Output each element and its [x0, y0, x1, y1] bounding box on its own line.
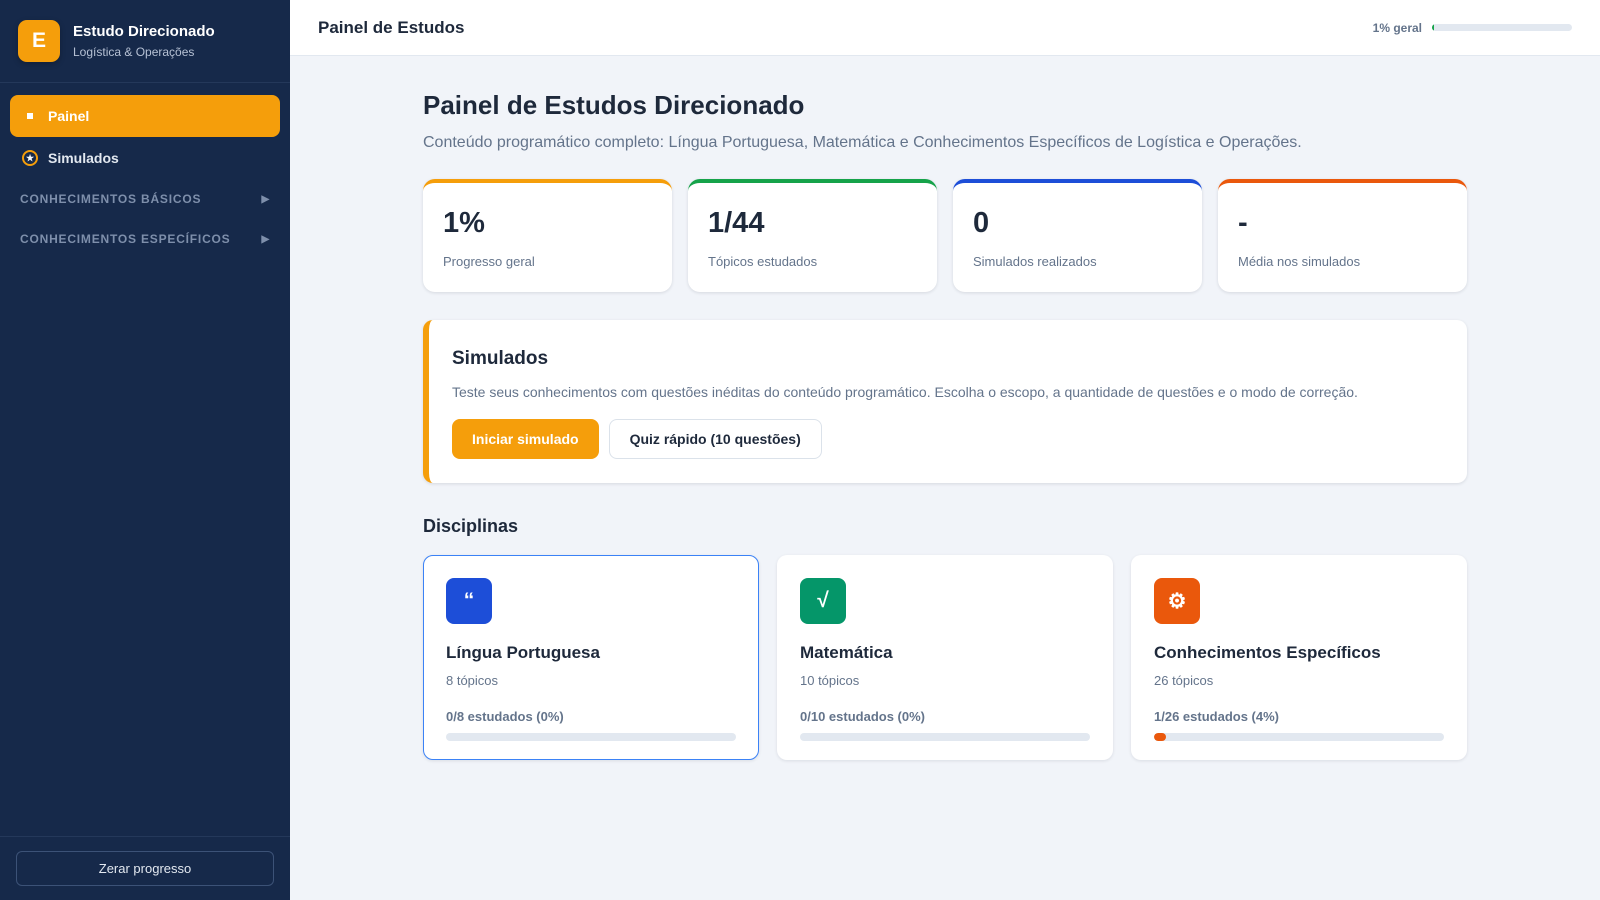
square-icon: [22, 108, 38, 124]
start-simulado-button[interactable]: Iniciar simulado: [452, 419, 599, 459]
simulados-title: Simulados: [452, 348, 549, 369]
overall-progress-fill: [1432, 24, 1435, 31]
star-icon: ★: [22, 150, 38, 166]
stat-card-progresso: 1% Progresso geral: [423, 179, 672, 292]
stat-value: 0: [973, 207, 990, 239]
brand-title: Estudo Direcionado: [73, 23, 215, 40]
discipline-progress-label: 0/10 estudados (0%): [800, 709, 925, 724]
reset-progress-button[interactable]: Zerar progresso: [16, 851, 274, 886]
quote-icon: “: [446, 578, 492, 624]
discipline-name: Língua Portuguesa: [446, 643, 600, 662]
discipline-card-portugues[interactable]: “ Língua Portuguesa 8 tópicos 0/8 estuda…: [423, 555, 759, 760]
main-content: Painel de Estudos Direcionado Conteúdo p…: [423, 56, 1467, 760]
discipline-progress-track: [800, 733, 1090, 741]
stat-value: 1/44: [708, 207, 765, 239]
stat-card-topicos: 1/44 Tópicos estudados: [688, 179, 937, 292]
simulados-description: Teste seus conhecimentos com questões in…: [452, 384, 1358, 400]
discipline-progress-label: 1/26 estudados (4%): [1154, 709, 1279, 724]
brand-logo: E: [18, 20, 60, 62]
sidebar: E Estudo Direcionado Logística & Operaçõ…: [0, 0, 290, 900]
discipline-name: Conhecimentos Específicos: [1154, 643, 1381, 662]
brand-text: Estudo Direcionado Logística & Operações: [73, 23, 215, 59]
discipline-topics: 10 tópicos: [800, 673, 860, 688]
overall-progress-label: 1% geral: [1372, 20, 1422, 35]
discipline-progress-fill: [1154, 733, 1166, 741]
brand: E Estudo Direcionado Logística & Operaçõ…: [0, 0, 290, 83]
sidebar-section-label: CONHECIMENTOS ESPECÍFICOS: [20, 232, 231, 246]
discipline-progress-track: [1154, 733, 1444, 741]
sidebar-item-simulados[interactable]: ★ Simulados: [10, 137, 280, 179]
discipline-topics: 26 tópicos: [1154, 673, 1214, 688]
sidebar-item-label: Simulados: [48, 150, 119, 166]
disciplinas-title: Disciplinas: [423, 516, 519, 536]
gear-icon: ⚙: [1154, 578, 1200, 624]
overall-progress-track: [1432, 24, 1572, 31]
caret-right-icon: ▶: [261, 193, 270, 205]
stat-value: -: [1238, 207, 1248, 239]
sidebar-item-painel[interactable]: Painel: [10, 95, 280, 137]
stats-row: 1% Progresso geral 1/44 Tópicos estudado…: [423, 179, 1467, 292]
stat-label: Progresso geral: [443, 254, 535, 269]
sidebar-section-label: CONHECIMENTOS BÁSICOS: [20, 192, 202, 206]
discipline-card-especificos[interactable]: ⚙ Conhecimentos Específicos 26 tópicos 1…: [1131, 555, 1467, 760]
topbar-title: Painel de Estudos: [318, 17, 465, 37]
sidebar-section-conhecimentos-especificos[interactable]: CONHECIMENTOS ESPECÍFICOS ▶: [10, 219, 280, 259]
discipline-topics: 8 tópicos: [446, 673, 499, 688]
sidebar-nav: Painel ★ Simulados CONHECIMENTOS BÁSICOS…: [0, 83, 290, 271]
overall-progress: 1% geral: [1373, 21, 1572, 35]
discipline-name: Matemática: [800, 643, 893, 662]
sidebar-section-conhecimentos-basicos[interactable]: CONHECIMENTOS BÁSICOS ▶: [10, 179, 280, 219]
sqrt-icon: √: [800, 578, 846, 624]
sidebar-item-label: Painel: [48, 108, 90, 124]
brand-subtitle: Logística & Operações: [73, 45, 195, 59]
caret-right-icon: ▶: [261, 233, 270, 245]
stat-value: 1%: [443, 207, 485, 239]
discipline-progress-label: 0/8 estudados (0%): [446, 709, 564, 724]
page-subtitle: Conteúdo programático completo: Língua P…: [423, 134, 1302, 151]
stat-card-simulados: 0 Simulados realizados: [953, 179, 1202, 292]
quick-quiz-button[interactable]: Quiz rápido (10 questões): [608, 419, 822, 459]
simulados-card: Simulados Teste seus conhecimentos com q…: [423, 320, 1467, 483]
stat-label: Simulados realizados: [973, 254, 1097, 269]
topbar: Painel de Estudos 1% geral: [290, 0, 1600, 56]
sidebar-footer: Zerar progresso: [0, 836, 290, 900]
stat-label: Média nos simulados: [1238, 254, 1361, 269]
discipline-progress-track: [446, 733, 736, 741]
discipline-card-matematica[interactable]: √ Matemática 10 tópicos 0/10 estudados (…: [777, 555, 1113, 760]
disciplinas-grid: “ Língua Portuguesa 8 tópicos 0/8 estuda…: [423, 555, 1467, 760]
stat-card-media: - Média nos simulados: [1218, 179, 1467, 292]
stat-label: Tópicos estudados: [708, 254, 818, 269]
page-title: Painel de Estudos Direcionado: [423, 90, 805, 120]
simulados-actions: Iniciar simulado Quiz rápido (10 questõe…: [452, 419, 1443, 459]
